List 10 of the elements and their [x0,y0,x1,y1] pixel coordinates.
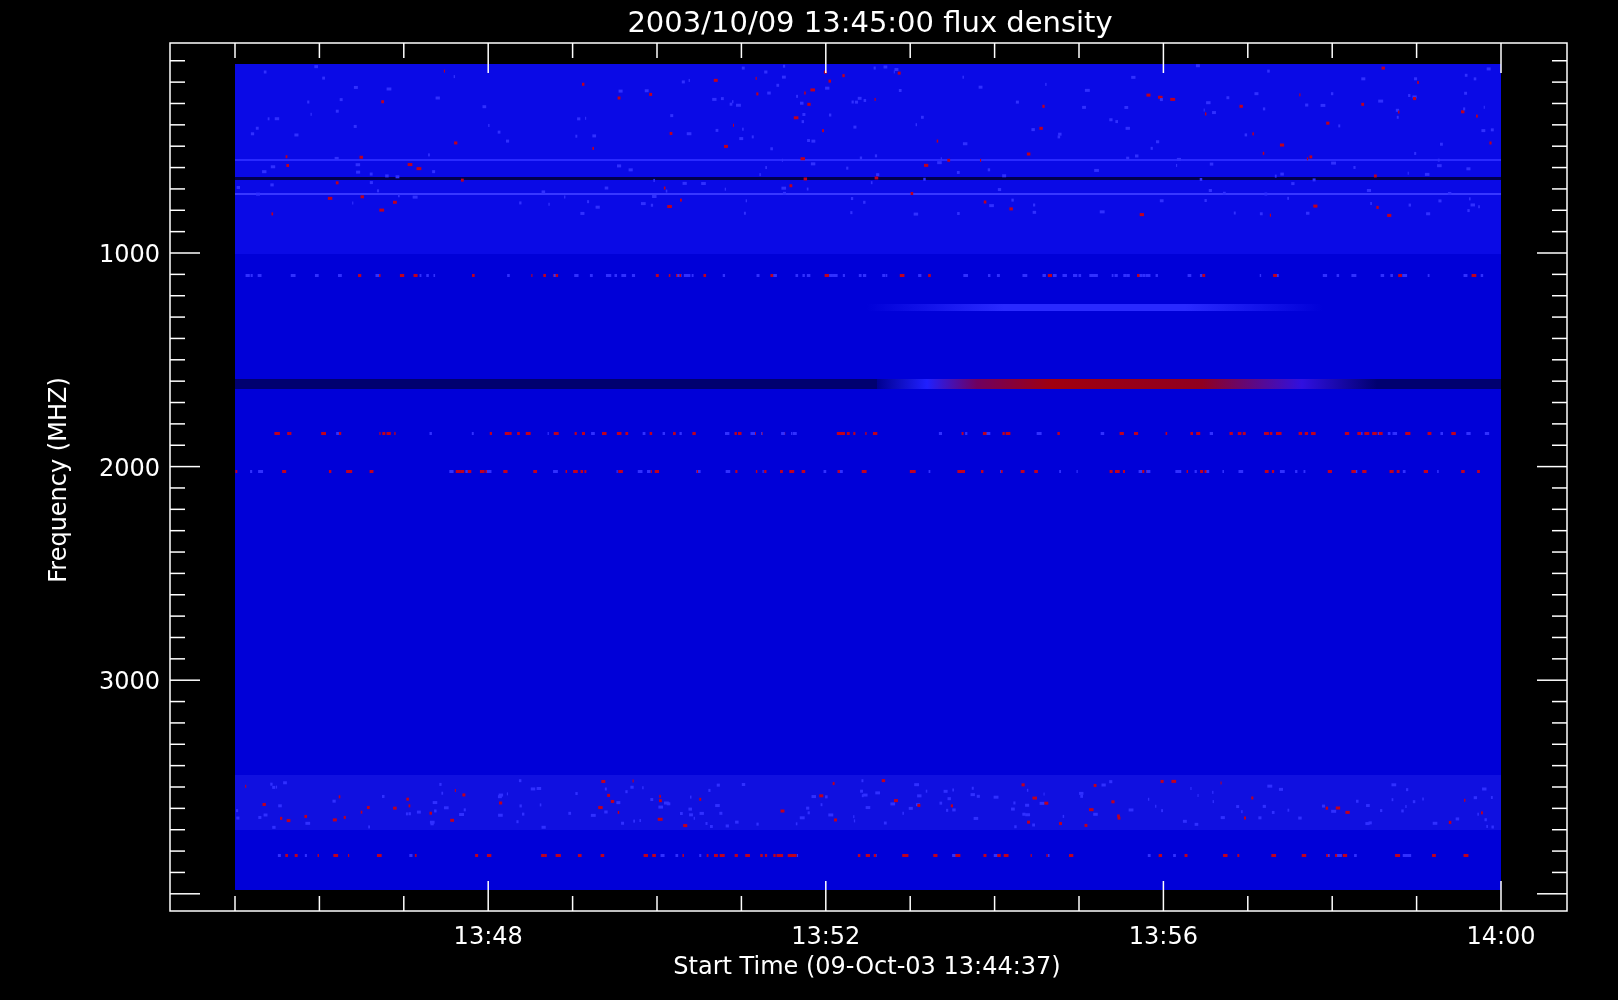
x-tick-label: 13:52 [791,922,861,950]
y-axis-label: Frequency (MHZ) [44,377,72,583]
y-tick-label: 1000 [98,240,160,268]
x-tick-label: 14:00 [1466,922,1536,950]
chart-title: 2003/10/09 13:45:00 flux density [627,5,1113,39]
y-tick-label: 3000 [98,667,160,696]
y-tick-label: 2000 [98,453,160,482]
x-tick-label: 13:48 [453,922,523,950]
x-axis-label: Start Time (09-Oct-03 13:44:37) [673,952,1061,980]
x-tick-label: 13:56 [1128,922,1198,950]
